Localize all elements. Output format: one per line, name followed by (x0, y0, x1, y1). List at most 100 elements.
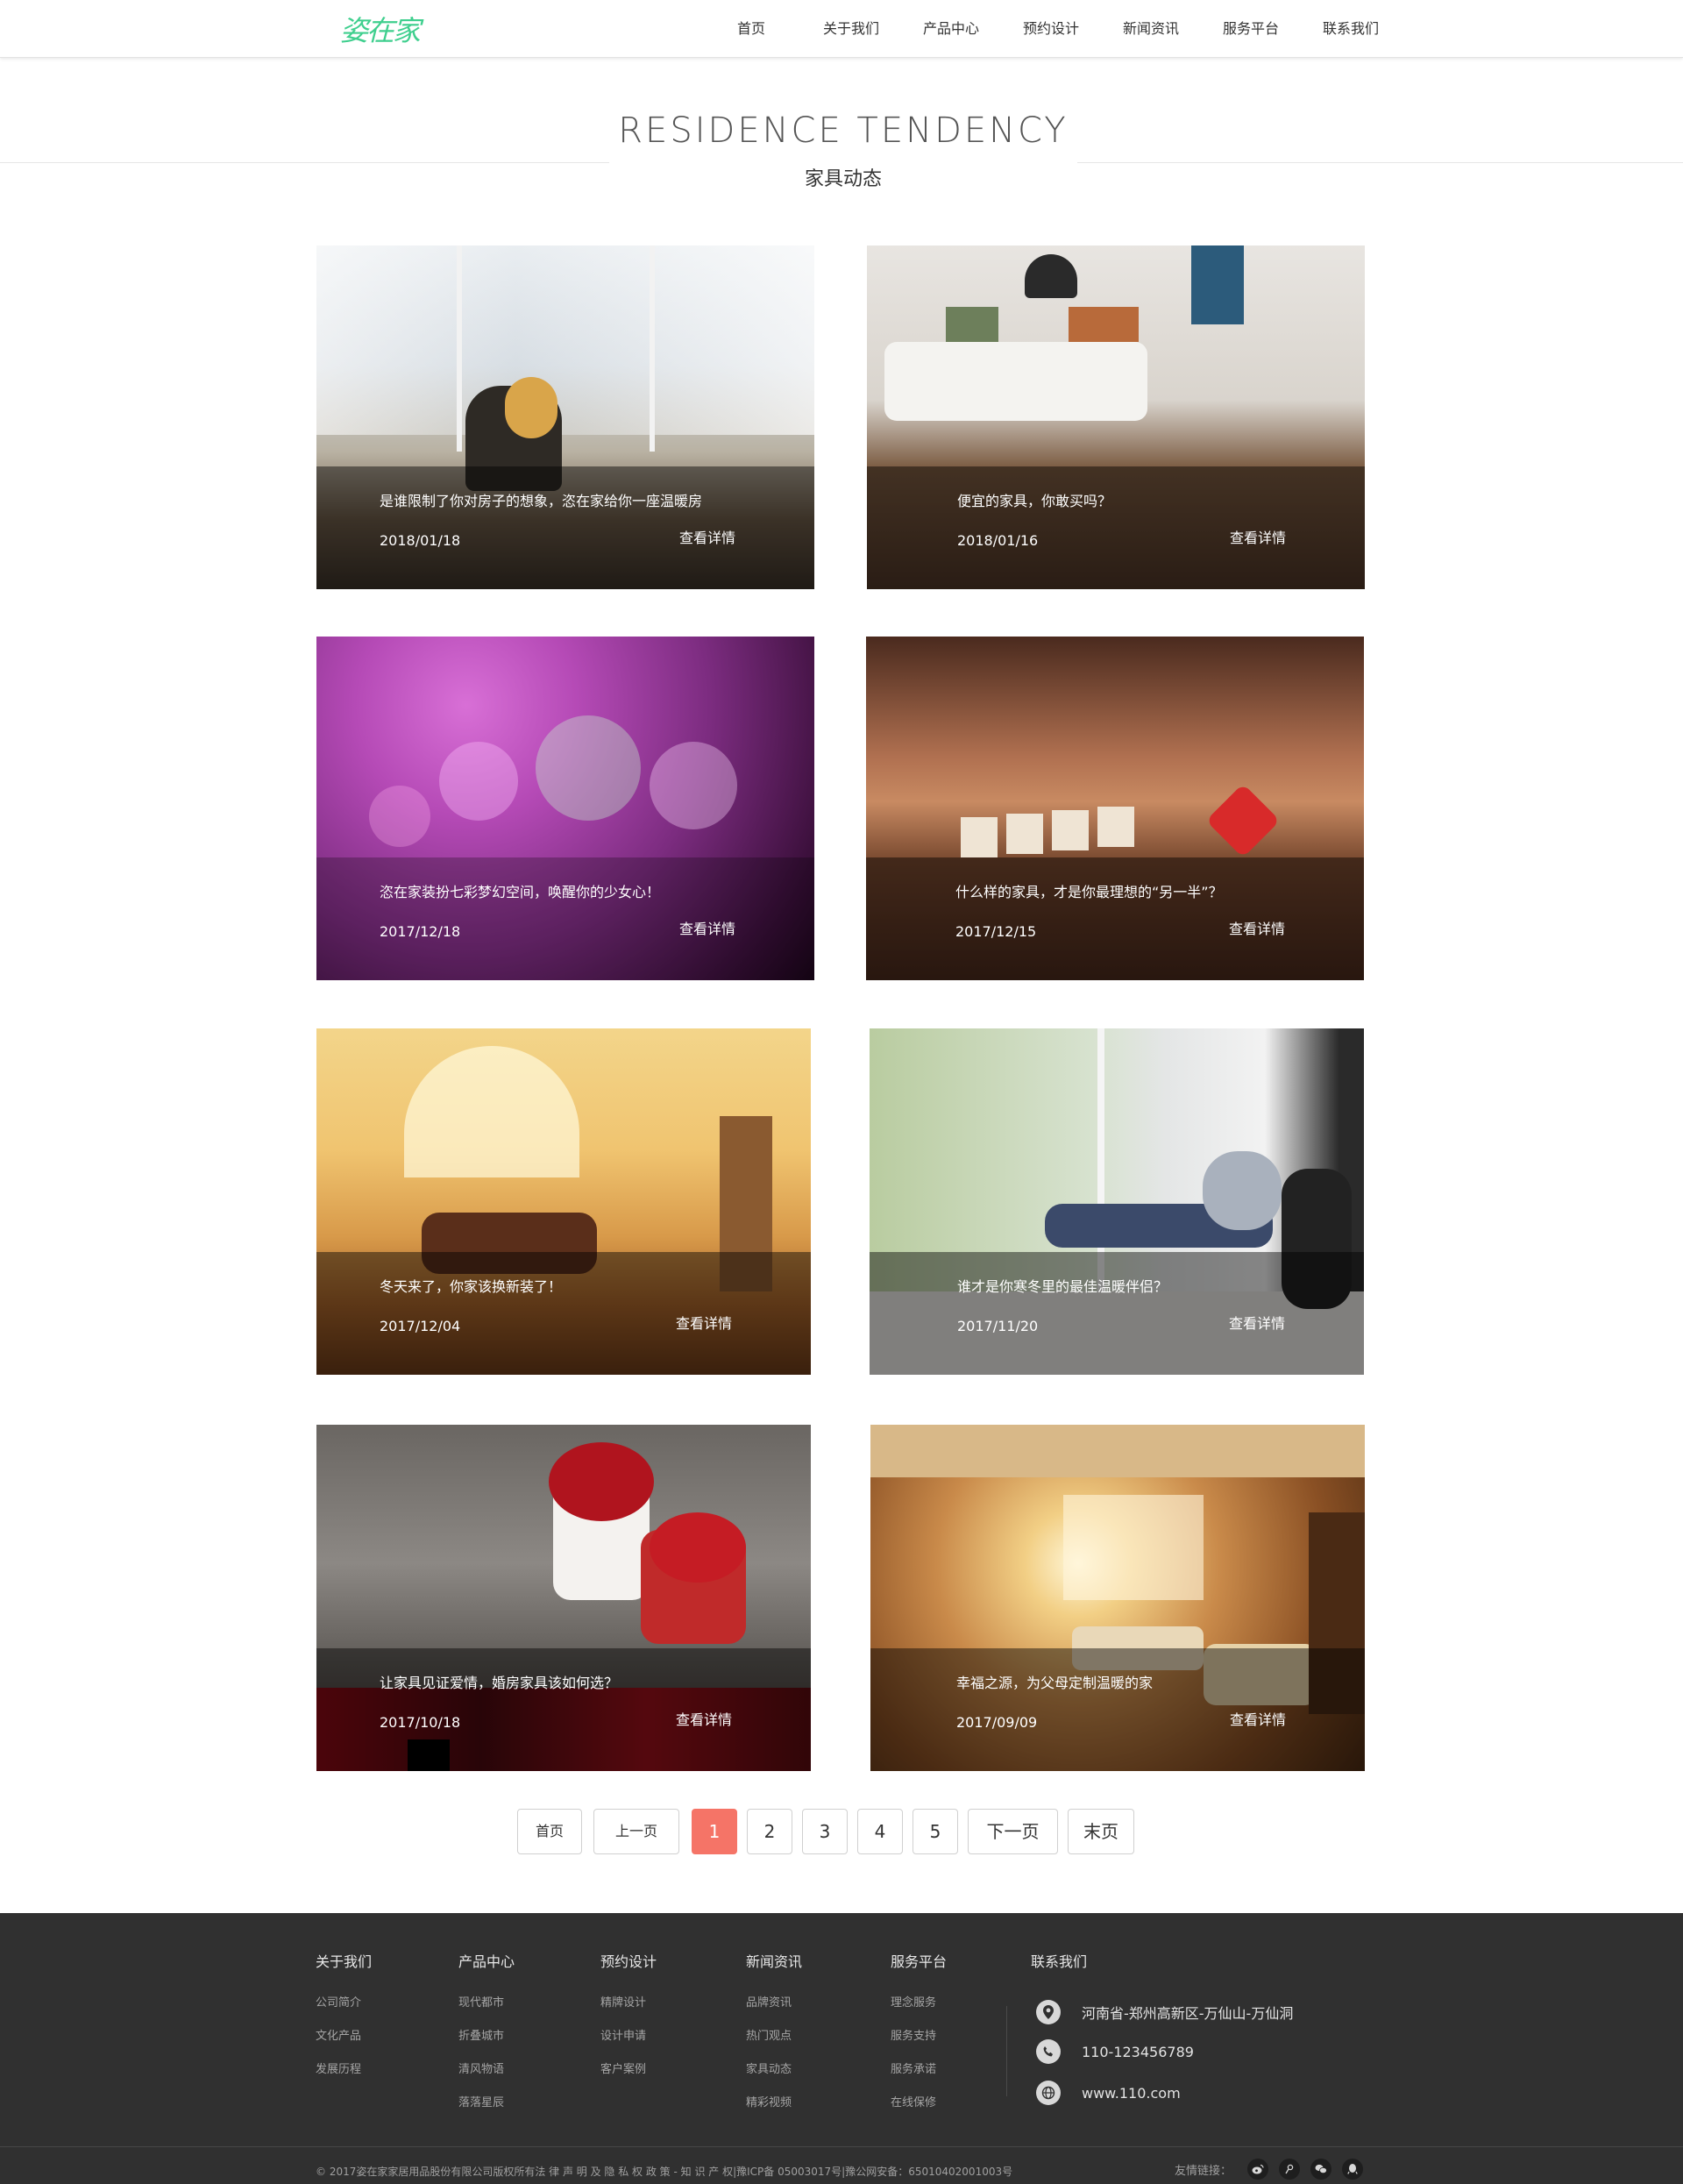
news-card[interactable]: 什么样的家具，才是你最理想的“另一半”？ 2017/12/15 查看详情 (866, 637, 1364, 980)
wechat-icon[interactable] (1310, 2159, 1332, 2180)
card-detail-link[interactable]: 查看详情 (676, 1312, 732, 1333)
footer-col-heading: 新闻资讯 (746, 1953, 803, 1970)
site-header: 姿在家 首页 关于我们 产品中心 预约设计 新闻资讯 服务平台 联系我们 (0, 0, 1683, 58)
phone-icon (1036, 2039, 1061, 2064)
card-title: 便宜的家具，你敢买吗？ (957, 493, 1112, 509)
contact-website-text[interactable]: www.110.com (1082, 2085, 1181, 2102)
footer-link[interactable]: 文化产品 (316, 2028, 372, 2061)
copyright-text: © 2017姿在家家居用品股份有限公司版权所有法 律 声 明 及 隐 私 权 政… (316, 2166, 1013, 2178)
footer-link[interactable]: 服务承诺 (891, 2061, 947, 2095)
news-card[interactable]: 便宜的家具，你敢买吗？ 2018/01/16 查看详情 (867, 245, 1365, 589)
nav-home[interactable]: 首页 (701, 0, 801, 58)
news-card[interactable]: 冬天来了，你家该换新装了！ 2017/12/04 查看详情 (316, 1028, 811, 1375)
page-prev-button[interactable]: 上一页 (593, 1809, 679, 1854)
footer-link[interactable]: 落落星辰 (458, 2095, 515, 2128)
footer-col-about: 关于我们 公司简介 文化产品 发展历程 (316, 1950, 372, 2095)
footer-col-news: 新闻资讯 品牌资讯 热门观点 家具动态 精彩视频 (746, 1950, 802, 2128)
qq-icon[interactable] (1342, 2159, 1364, 2180)
globe-icon (1036, 2081, 1061, 2105)
footer-link[interactable]: 折叠城市 (458, 2028, 515, 2061)
footer-divider (1006, 2006, 1007, 2096)
nav-news[interactable]: 新闻资讯 (1101, 0, 1201, 58)
footer-link[interactable]: 发展历程 (316, 2061, 372, 2095)
weibo-icon[interactable] (1247, 2159, 1269, 2180)
friend-links-label: 友情链接： (1175, 2164, 1232, 2178)
page-next-button[interactable]: 下一页 (968, 1809, 1058, 1854)
location-pin-icon (1036, 2000, 1061, 2024)
card-detail-link[interactable]: 查看详情 (1229, 917, 1285, 938)
footer-col-heading: 关于我们 (316, 1953, 373, 1970)
card-date: 2017/09/09 (956, 1714, 1038, 1731)
card-title: 是谁限制了你对房子的想象，恣在家给你一座温暖房 (380, 493, 703, 509)
card-date: 2017/12/15 (955, 923, 1037, 940)
nav-products[interactable]: 产品中心 (901, 0, 1001, 58)
footer-link[interactable]: 在线保修 (891, 2095, 947, 2128)
card-title: 让家具见证爱情，婚房家具该如何选？ (380, 1675, 619, 1691)
contact-address-text: 河南省-郑州高新区-万仙山-万仙洞 (1082, 2005, 1294, 2022)
page-5-button[interactable]: 5 (913, 1809, 958, 1854)
page-last-button[interactable]: 末页 (1068, 1809, 1134, 1854)
card-detail-link[interactable]: 查看详情 (679, 526, 735, 547)
footer-col-service: 服务平台 理念服务 服务支持 服务承诺 在线保修 (891, 1950, 947, 2128)
footer-link[interactable]: 设计申请 (600, 2028, 657, 2061)
card-detail-link[interactable]: 查看详情 (679, 917, 735, 938)
footer-link[interactable]: 品牌资讯 (746, 1995, 802, 2028)
contact-website: www.110.com (1036, 2080, 1181, 2106)
card-title: 什么样的家具，才是你最理想的“另一半”？ (955, 884, 1223, 900)
news-card[interactable]: 谁才是你寒冬里的最佳温暖伴侣？ 2017/11/20 查看详情 (870, 1028, 1364, 1375)
footer-link[interactable]: 精牌设计 (600, 1995, 657, 2028)
card-overlay (866, 857, 1364, 980)
card-date: 2017/10/18 (380, 1714, 461, 1731)
nav-contact[interactable]: 联系我们 (1301, 0, 1401, 58)
page-4-button[interactable]: 4 (857, 1809, 903, 1854)
footer-link[interactable]: 家具动态 (746, 2061, 802, 2095)
page-1-button[interactable]: 1 (692, 1809, 737, 1854)
footer-link[interactable]: 现代都市 (458, 1995, 515, 2028)
footer-link[interactable]: 服务支持 (891, 2028, 947, 2061)
card-date: 2017/12/04 (380, 1318, 461, 1334)
card-detail-link[interactable]: 查看详情 (676, 1708, 732, 1729)
footer-link[interactable]: 公司简介 (316, 1995, 372, 2028)
footer-col-heading: 联系我们 (1031, 1953, 1088, 1970)
nav-service[interactable]: 服务平台 (1201, 0, 1301, 58)
news-card[interactable]: 恣在家装扮七彩梦幻空间，唤醒你的少女心！ 2017/12/18 查看详情 (316, 637, 814, 980)
card-title: 谁才是你寒冬里的最佳温暖伴侣？ (957, 1278, 1168, 1295)
footer-link[interactable]: 清风物语 (458, 2061, 515, 2095)
card-date: 2018/01/16 (957, 532, 1039, 549)
footer-link[interactable]: 客户案例 (600, 2061, 657, 2095)
footer-link[interactable]: 精彩视频 (746, 2095, 802, 2128)
nav-design-booking[interactable]: 预约设计 (1001, 0, 1101, 58)
card-overlay (316, 857, 814, 980)
card-date: 2017/12/18 (380, 923, 461, 940)
contact-phone: 110-123456789 (1036, 2038, 1194, 2065)
site-logo[interactable]: 姿在家 (340, 9, 421, 49)
contact-phone-text: 110-123456789 (1082, 2043, 1194, 2060)
page-3-button[interactable]: 3 (802, 1809, 848, 1854)
card-detail-link[interactable]: 查看详情 (1229, 1312, 1285, 1333)
section-title: RESIDENCE TENDENCY 家具动态 (609, 103, 1077, 191)
page-first-button[interactable]: 首页 (517, 1809, 582, 1854)
tencent-weibo-icon[interactable] (1279, 2159, 1301, 2180)
card-detail-link[interactable]: 查看详情 (1230, 1708, 1286, 1729)
card-date: 2018/01/18 (380, 532, 461, 549)
footer-col-contact: 联系我们 (1031, 1950, 1087, 1995)
card-title: 幸福之源，为父母定制温暖的家 (956, 1675, 1154, 1691)
card-detail-link[interactable]: 查看详情 (1230, 526, 1286, 547)
news-card[interactable]: 让家具见证爱情，婚房家具该如何选？ 2017/10/18 查看详情 (316, 1425, 811, 1771)
friend-links: 友情链接： (1175, 2159, 1374, 2180)
page-2-button[interactable]: 2 (747, 1809, 792, 1854)
section-title-en: RESIDENCE TENDENCY (618, 110, 1069, 151)
decorative-block (408, 1739, 450, 1771)
footer-link[interactable]: 理念服务 (891, 1995, 947, 2028)
nav-about[interactable]: 关于我们 (801, 0, 901, 58)
footer-link[interactable]: 热门观点 (746, 2028, 802, 2061)
news-card[interactable]: 是谁限制了你对房子的想象，恣在家给你一座温暖房 2018/01/18 查看详情 (316, 245, 814, 589)
footer-col-heading: 预约设计 (600, 1953, 657, 1970)
card-title: 恣在家装扮七彩梦幻空间，唤醒你的少女心！ (380, 884, 661, 900)
news-card[interactable]: 幸福之源，为父母定制温暖的家 2017/09/09 查看详情 (870, 1425, 1365, 1771)
card-overlay (867, 466, 1365, 589)
section-title-cn: 家具动态 (804, 168, 882, 190)
footer-bottom-divider (0, 2146, 1683, 2147)
card-overlay (316, 466, 814, 589)
card-overlay (870, 1252, 1364, 1375)
